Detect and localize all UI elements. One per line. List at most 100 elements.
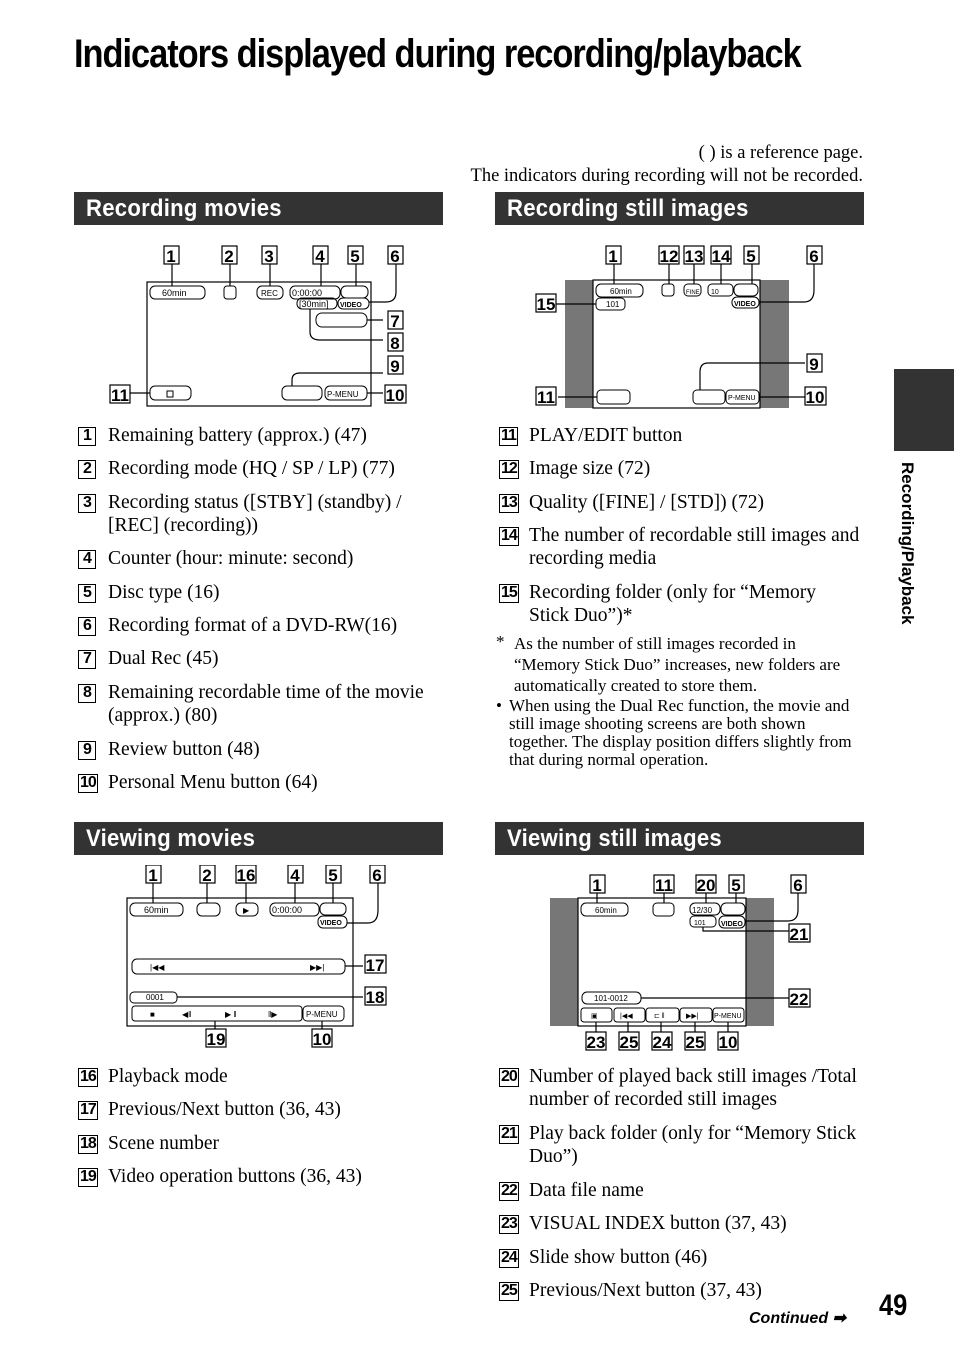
next-icon: ▶▶| <box>686 1013 699 1020</box>
svg-text:3: 3 <box>264 247 273 266</box>
svg-text:16: 16 <box>237 866 256 885</box>
file-name: 101-0012 <box>594 994 628 1003</box>
svg-text:4: 4 <box>315 247 325 266</box>
battery-indicator: 60min <box>162 288 187 298</box>
list-item: 3 Recording status ([STBY] (standby) / [R… <box>78 491 438 537</box>
svg-text:22: 22 <box>790 990 809 1009</box>
continued-link: Continued ➡ <box>749 1310 846 1327</box>
scene-number: 0001 <box>146 993 164 1002</box>
svg-text:10: 10 <box>386 386 405 405</box>
previous-icon: |◀◀ <box>150 963 165 972</box>
list-item: 14 The number of recordable still images … <box>499 525 860 569</box>
next-icon: ▶▶| <box>310 963 324 972</box>
format-indicator: VIDEO <box>320 920 342 927</box>
pmenu-button: P-MENU <box>306 1010 338 1019</box>
section-heading-viewing-still: Viewing still images <box>495 822 864 855</box>
svg-text:11: 11 <box>537 388 555 407</box>
section-heading-viewing-movies: Viewing movies <box>74 822 443 855</box>
list-item: 2 Recording mode (HQ / SP / LP) (77) <box>78 457 448 480</box>
list-item: 24 Slide show button (46) <box>499 1247 708 1268</box>
pmenu-button: P-MENU <box>728 395 756 402</box>
svg-text:12: 12 <box>660 247 679 266</box>
list-item: 25 Previous/Next button (37, 43) <box>499 1280 762 1301</box>
page-title: Indicators displayed during recording/pl… <box>74 32 802 76</box>
play-pause-icon: ▶ ‖ <box>225 1010 237 1019</box>
svg-text:13: 13 <box>685 247 704 266</box>
svg-text:5: 5 <box>731 876 740 895</box>
svg-text:5: 5 <box>328 866 337 885</box>
counter: 0:00:00 <box>272 905 302 915</box>
section-heading-recording-still: Recording still images <box>495 192 864 225</box>
svg-text:25: 25 <box>686 1033 705 1052</box>
svg-text:5: 5 <box>746 247 755 266</box>
forward-icon: ‖▶ <box>268 1010 278 1019</box>
svg-text:25: 25 <box>620 1033 639 1052</box>
list-item: 15 Recording folder (only for “Memory Sti… <box>499 582 816 626</box>
svg-text:1: 1 <box>592 876 601 895</box>
svg-text:17: 17 <box>366 956 385 975</box>
still-count: 10 <box>711 289 719 296</box>
previous-icon: |◀◀ <box>620 1013 633 1020</box>
svg-text:15: 15 <box>537 295 556 314</box>
list-item: 13 Quality ([FINE] / [STD]) (72) <box>499 492 765 513</box>
list-item: 7 Dual Rec (45) <box>78 647 448 670</box>
pmenu-button: P-MENU <box>327 390 359 399</box>
list-item: 11 PLAY/EDIT button <box>499 425 683 446</box>
list-item: 21 Play back folder (only for “Memory Sti… <box>499 1123 857 1167</box>
list-item: 17 Previous/Next button (36, 43) <box>78 1099 341 1120</box>
image-counter: 12/30 <box>692 906 713 915</box>
battery-indicator: 60min <box>595 906 617 915</box>
folder-indicator: 101 <box>694 920 706 927</box>
list-item: 16 Playback mode <box>78 1066 228 1087</box>
viewing-still-diagram: 1 11 20 5 6212223 25 24 25 10 60min 12/30 101 VI… <box>550 874 811 1052</box>
list-item: 5 Disc type (16) <box>78 581 448 604</box>
svg-text:20: 20 <box>697 876 716 895</box>
list-item: 10 Personal Menu button (64) <box>78 772 318 793</box>
svg-text:6: 6 <box>372 866 381 885</box>
chapter-label: Recording/Playback <box>898 462 917 625</box>
list-item: 8 Remaining recordable time of the movie … <box>78 681 448 727</box>
svg-text:1: 1 <box>148 866 157 885</box>
format-indicator: VIDEO <box>734 301 756 308</box>
bullet-note: • When using the Dual Rec function, the m… <box>496 696 852 769</box>
pmenu-button: P-MENU <box>714 1013 742 1020</box>
chapter-tab <box>894 369 954 451</box>
svg-text:14: 14 <box>712 247 731 266</box>
reference-note: ( ) is a reference page. <box>698 143 863 163</box>
svg-text:24: 24 <box>653 1033 672 1052</box>
svg-text:11: 11 <box>111 386 129 405</box>
arrow-right-icon: ➡ <box>828 1310 846 1327</box>
svg-text:4: 4 <box>290 866 300 885</box>
battery-indicator: 60min <box>610 287 632 296</box>
folder-indicator: 101 <box>606 300 620 309</box>
svg-text:10: 10 <box>719 1033 738 1052</box>
svg-text:9: 9 <box>809 355 818 374</box>
list-item: 23 VISUAL INDEX button (37, 43) <box>499 1213 787 1234</box>
quality-indicator: FINE <box>686 290 700 296</box>
svg-text:1: 1 <box>166 247 175 266</box>
svg-text:9: 9 <box>390 357 399 376</box>
remaining-time: [30min] <box>299 299 329 309</box>
page-number: 49 <box>879 1289 908 1322</box>
svg-text:2: 2 <box>224 247 233 266</box>
recording-movies-diagram: 1 2 3 4 5 6 7 8 9 10 11 60min REC 0:00:00 VIDEO [3… <box>109 245 407 407</box>
svg-text:19: 19 <box>207 1030 226 1049</box>
svg-text:21: 21 <box>790 925 809 944</box>
svg-text:11: 11 <box>655 876 673 895</box>
list-item: 6 Recording format of a DVD-RW(16) <box>78 614 448 637</box>
list-item: 1 Remaining battery (approx.) (47) <box>78 424 448 447</box>
visual-index-icon: ▣ <box>591 1013 598 1020</box>
viewing-movies-diagram: 1 2 16 4 5 6 17 18 19 10 60min 0:00:00 VIDEO 0001… <box>126 865 387 1049</box>
list-item: 4 Counter (hour: minute: second) <box>78 547 448 570</box>
rewind-icon: ◀‖ <box>182 1010 191 1019</box>
list-item: 18 Scene number <box>78 1133 220 1154</box>
play-icon <box>166 390 174 398</box>
list-item: 20 Number of played back still images /To… <box>499 1066 857 1110</box>
svg-text:6: 6 <box>793 876 802 895</box>
svg-text:23: 23 <box>587 1033 606 1052</box>
recording-note: The indicators during recording will not… <box>470 166 863 186</box>
svg-text:5: 5 <box>350 247 359 266</box>
recording-movies-callouts: 1 2 3 4 5 6 7 8 9 10 11 <box>109 245 407 405</box>
counter: 0:00:00 <box>292 288 322 298</box>
svg-text:6: 6 <box>390 247 399 266</box>
